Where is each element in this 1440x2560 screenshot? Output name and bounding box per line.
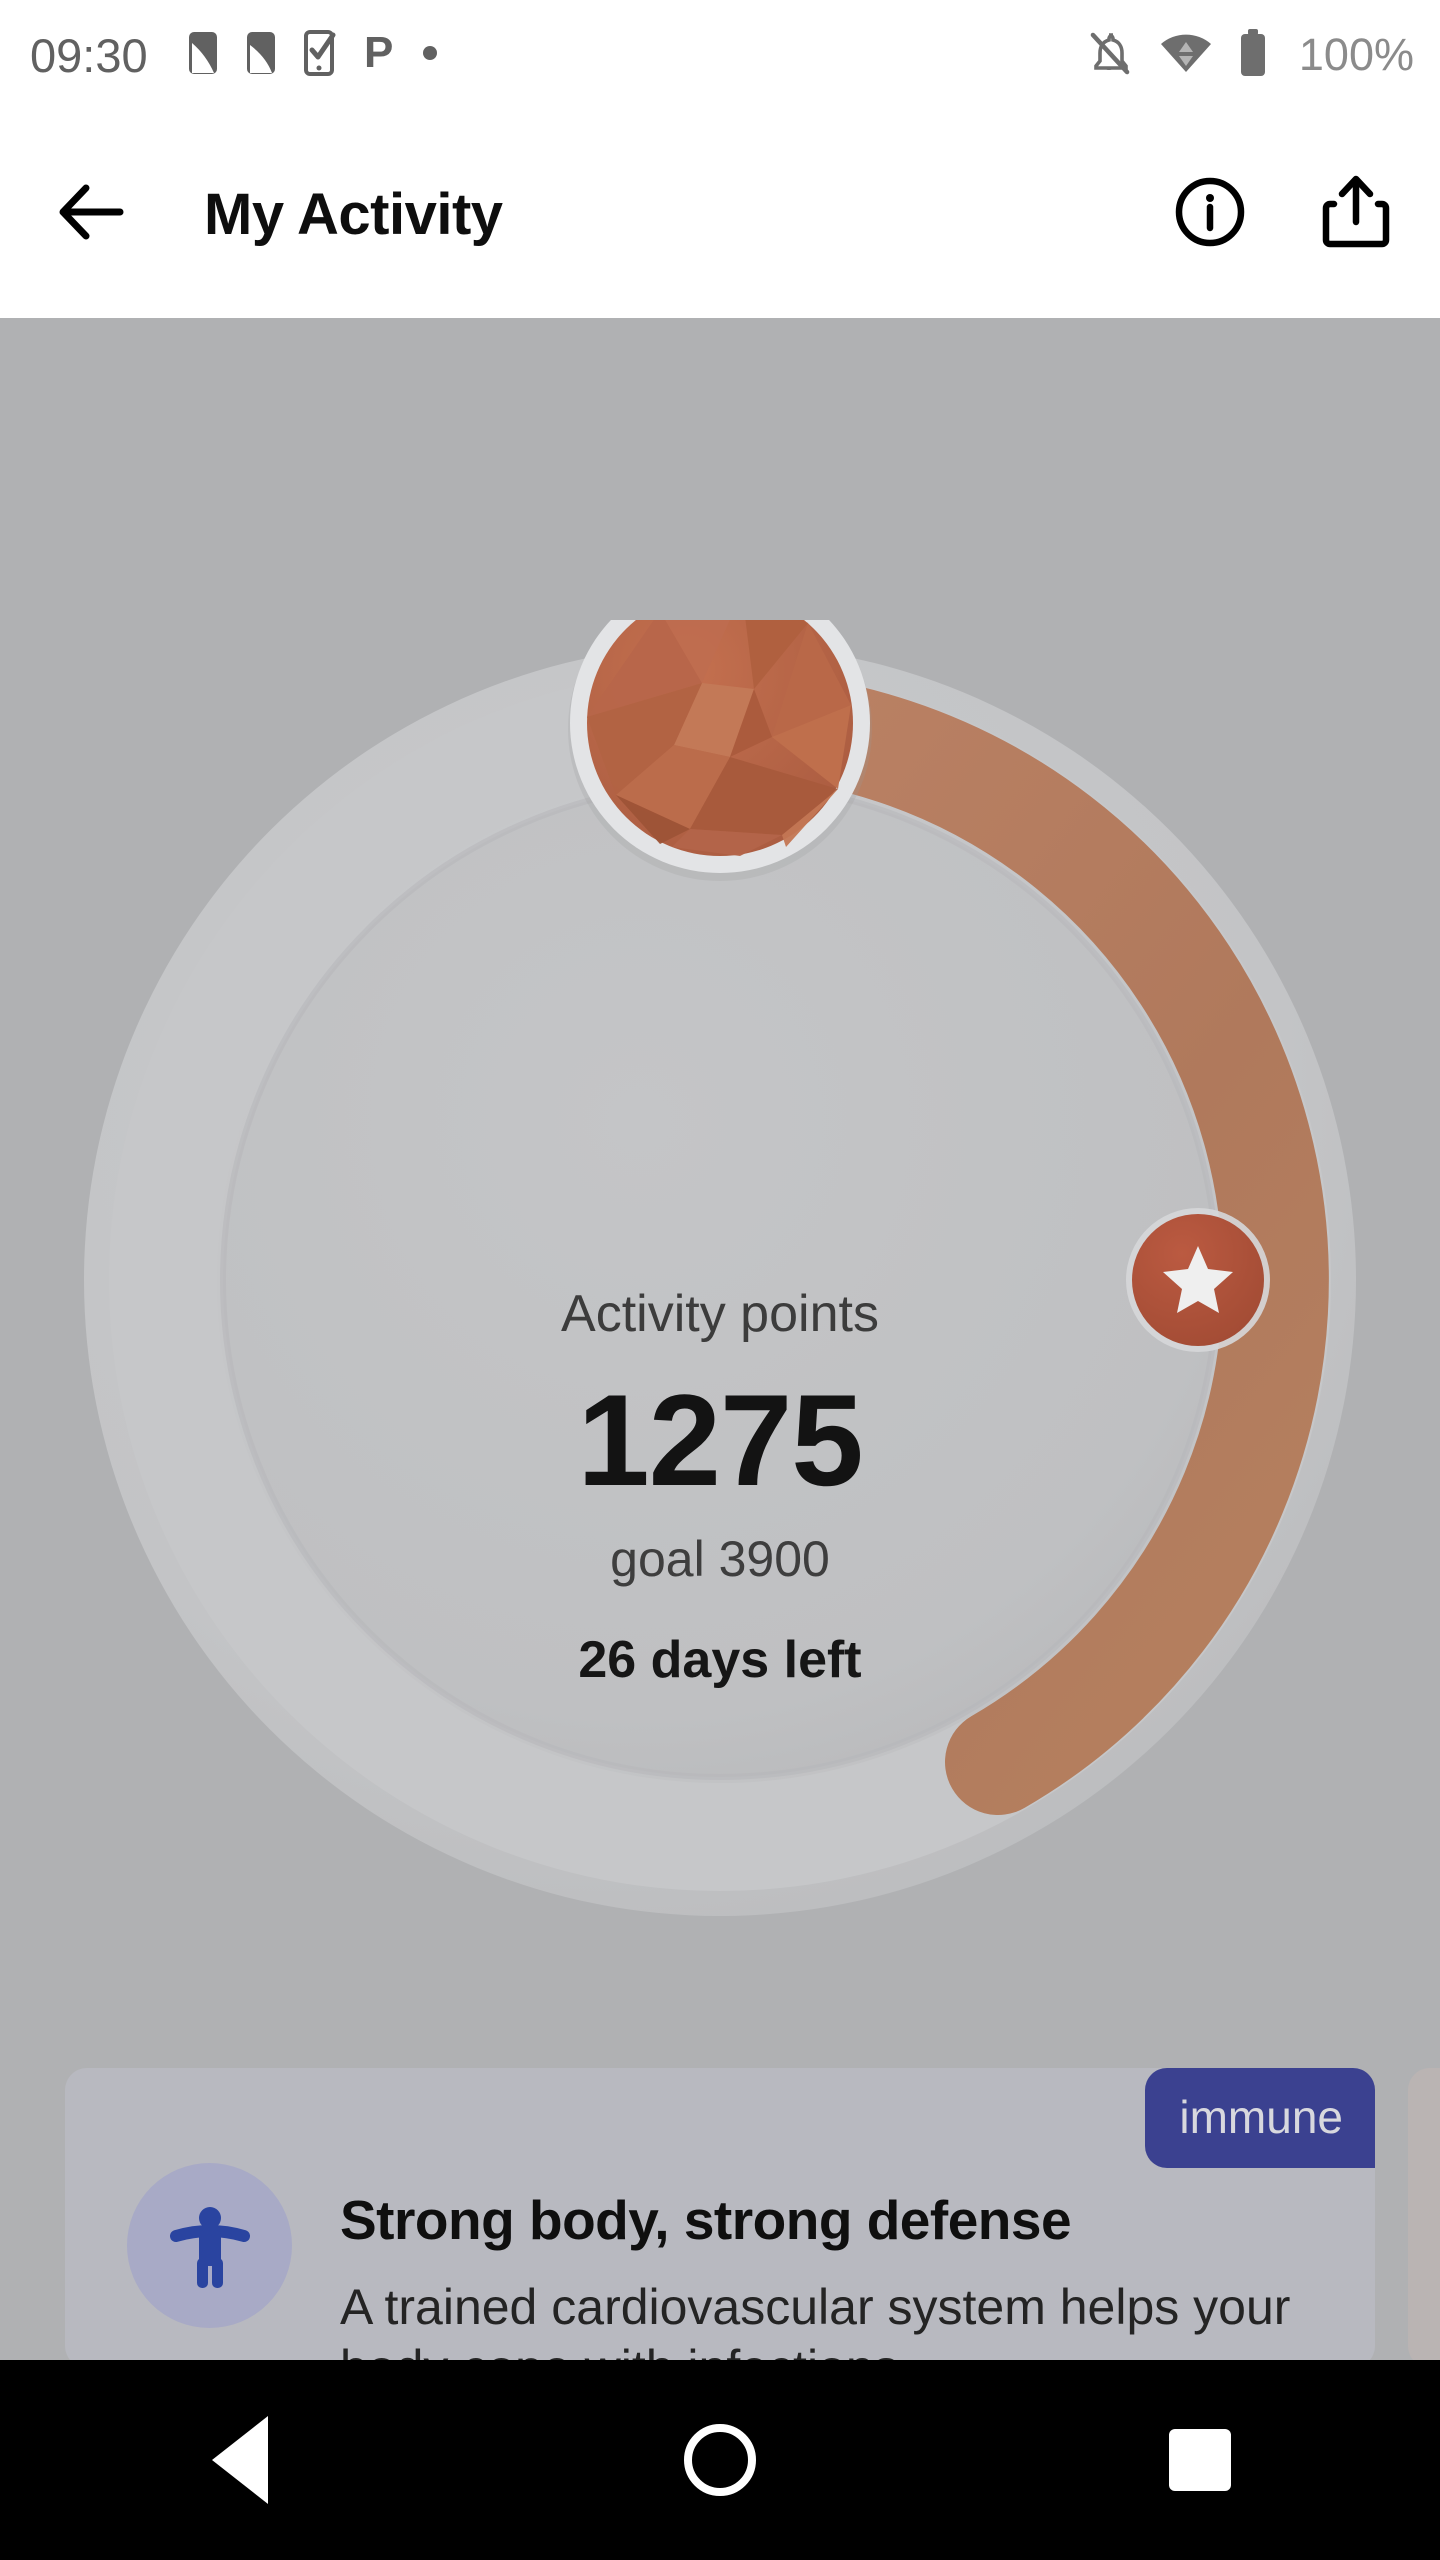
nav-recents-icon[interactable]: [1110, 2360, 1290, 2560]
progress-ring-svg: [84, 620, 1356, 1916]
phone-check-icon: [303, 29, 336, 81]
dot-icon: [422, 45, 438, 66]
tip-card[interactable]: immune Strong body, strong defense A tra…: [65, 2068, 1375, 2360]
nav-back-icon[interactable]: [150, 2360, 330, 2560]
ring-inner-disc: [223, 783, 1217, 1777]
battery-percent-label: 100%: [1298, 29, 1414, 80]
wifi-icon: [1159, 32, 1213, 79]
sim-card-icon: [246, 31, 276, 80]
svg-text:P: P: [364, 30, 393, 76]
nav-home-icon[interactable]: [630, 2360, 810, 2560]
status-bar-notification-icons: P: [188, 28, 438, 81]
sim-card-icon: [188, 31, 218, 80]
tip-card-description: A trained cardiovascular system helps yo…: [340, 2278, 1291, 2361]
tip-card-carousel[interactable]: immune Strong body, strong defense A tra…: [0, 2068, 1440, 2360]
tip-card-body: Strong body, strong defense A trained ca…: [340, 2190, 1360, 2360]
page-title: My Activity: [204, 181, 503, 247]
status-bar-clock: 09:30: [30, 28, 148, 82]
status-bar: 09:30 P 100%: [0, 0, 1440, 110]
tip-card-title: Strong body, strong defense: [340, 2189, 1072, 2251]
share-icon[interactable]: [1320, 174, 1392, 255]
android-navigation-bar: [0, 2360, 1440, 2560]
tip-card-next-peek[interactable]: [1408, 2068, 1440, 2360]
app-bar-actions: [1172, 174, 1392, 255]
parking-p-icon: P: [364, 28, 394, 81]
status-bar-system-icons: 100%: [1085, 28, 1414, 82]
notifications-off-icon: [1085, 29, 1133, 82]
accessibility-person-icon: [127, 2163, 292, 2328]
battery-full-icon: [1239, 28, 1267, 82]
status-badge: immune: [1145, 2068, 1375, 2168]
app-bar: My Activity: [0, 110, 1440, 318]
activity-content-scrim: Bronze: [0, 318, 1440, 2360]
back-arrow-icon[interactable]: [56, 176, 128, 253]
info-circle-icon[interactable]: [1172, 174, 1248, 255]
star-badge-icon: [1126, 1208, 1270, 1352]
activity-progress-ring: [60, 620, 1380, 1940]
